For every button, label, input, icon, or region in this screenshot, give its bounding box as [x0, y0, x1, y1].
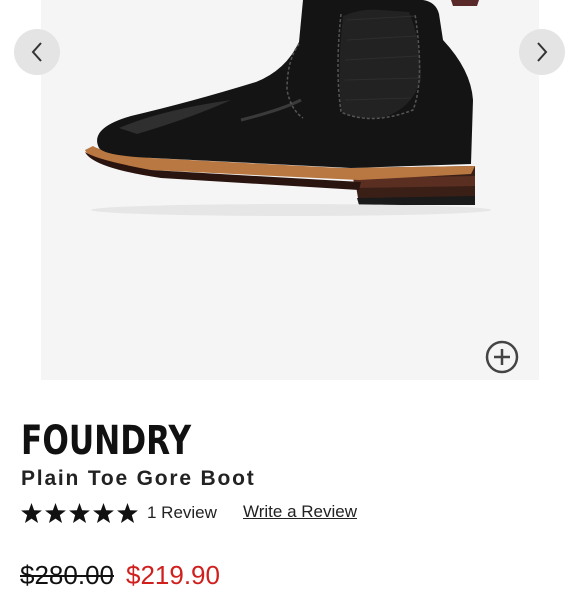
- brand-name: FOUNDRY: [21, 418, 192, 464]
- write-review-link[interactable]: Write a Review: [243, 502, 357, 522]
- zoom-plus-circle-icon[interactable]: [485, 340, 519, 374]
- star-rating: [21, 503, 138, 523]
- product-image-gallery[interactable]: [41, 0, 539, 380]
- product-title: Plain Toe Gore Boot: [21, 467, 256, 490]
- next-image-button[interactable]: [519, 29, 565, 75]
- chevron-right-icon: [537, 42, 548, 62]
- previous-image-button[interactable]: [14, 29, 60, 75]
- sale-price: $219.90: [125, 560, 220, 590]
- price-block: $280.00 $219.90: [20, 560, 220, 590]
- rating-summary[interactable]: 1 Review: [21, 499, 217, 527]
- original-price: $280.00: [20, 560, 114, 590]
- star-icon: [69, 503, 90, 523]
- star-icon: [117, 503, 138, 523]
- star-icon: [45, 503, 66, 523]
- chevron-left-icon: [31, 42, 42, 62]
- star-icon: [21, 503, 42, 523]
- product-image: [85, 0, 491, 216]
- review-count-link[interactable]: 1 Review: [147, 503, 217, 523]
- star-icon: [93, 503, 114, 523]
